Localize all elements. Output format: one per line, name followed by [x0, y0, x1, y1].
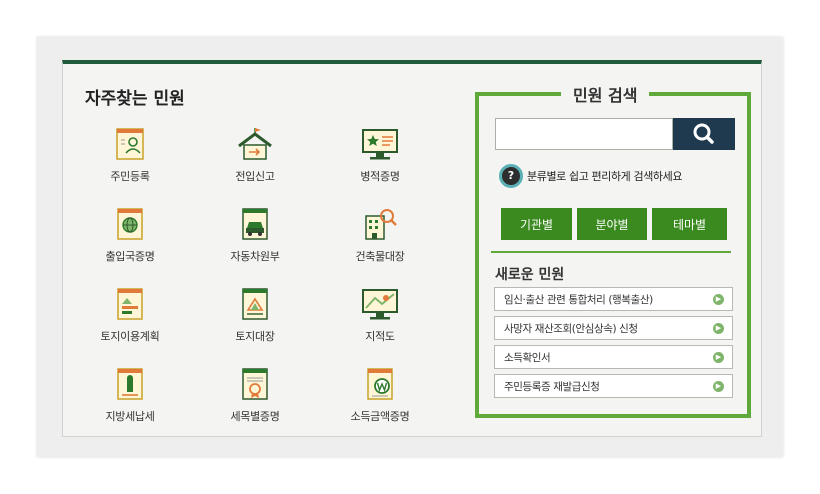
category-button-theme[interactable]: 테마별 [652, 208, 727, 240]
favorite-item-local-tax-payment[interactable]: 지방세납세 [71, 366, 189, 438]
widget-frame: 자주찾는 민원 주민등록 전입신고 병적증명 출입국증명 자동차원부 건축물대장… [37, 37, 783, 457]
globe-document-icon [117, 208, 143, 240]
favorite-item-land-use-plan[interactable]: 토지이용계획 [71, 286, 189, 358]
favorite-item-label: 지적도 [365, 330, 395, 343]
favorite-item-label: 세목별증명 [230, 410, 280, 423]
favorite-item-label: 건축물대장 [355, 250, 405, 263]
category-button-agency[interactable]: 기관별 [501, 208, 572, 240]
arrow-right-icon: ▶ [713, 381, 724, 392]
income-won-icon [367, 368, 393, 400]
new-services-list: 임신·출산 관련 통합처리 (행복출산) ▶ 사망자 재산조회(안심상속) 신청… [494, 287, 733, 403]
favorites-title: 자주찾는 민원 [85, 89, 185, 109]
search-title: 민원 검색 [561, 82, 650, 106]
question-icon: ? [499, 164, 523, 188]
new-service-item[interactable]: 임신·출산 관련 통합처리 (행복출산) ▶ [494, 287, 733, 311]
car-document-icon [242, 208, 268, 240]
favorite-item-label: 전입신고 [235, 170, 275, 183]
search-help-text: 분류별로 쉽고 편리하게 검색하세요 [527, 170, 683, 183]
favorite-item-military-certificate[interactable]: 병적증명 [321, 126, 439, 198]
favorite-item-label: 병적증명 [360, 170, 400, 183]
tax-item-icon [242, 368, 268, 400]
favorite-item-immigration-certificate[interactable]: 출입국증명 [71, 206, 189, 278]
new-service-item[interactable]: 소득확인서 ▶ [494, 345, 733, 369]
civil-search-box: 민원 검색 ? 분류별로 쉽고 편리하게 검색하세요 기관별 분야별 테마별 새… [475, 82, 751, 418]
cadastral-map-icon [362, 289, 398, 320]
new-service-label: 임신·출산 관련 통합처리 (행복출산) [504, 294, 653, 306]
favorite-item-move-in-report[interactable]: 전입신고 [196, 126, 314, 198]
favorite-item-cadastral-map[interactable]: 지적도 [321, 286, 439, 358]
search-input[interactable] [495, 118, 673, 150]
favorite-item-label: 토지이용계획 [100, 330, 160, 343]
favorite-item-label: 토지대장 [235, 330, 275, 343]
new-service-item[interactable]: 사망자 재산조회(안심상속) 신청 ▶ [494, 316, 733, 340]
new-service-label: 주민등록증 재발급신청 [504, 381, 600, 393]
arrow-right-icon: ▶ [713, 323, 724, 334]
favorite-item-building-register[interactable]: 건축물대장 [321, 206, 439, 278]
building-search-icon [365, 209, 397, 240]
favorite-item-label: 자동차원부 [230, 250, 280, 263]
local-tax-icon [117, 368, 143, 400]
favorite-item-land-register[interactable]: 토지대장 [196, 286, 314, 358]
search-button[interactable] [673, 118, 735, 150]
category-button-field[interactable]: 분야별 [577, 208, 647, 240]
favorites-grid: 주민등록 전입신고 병적증명 출입국증명 자동차원부 건축물대장 토지이용계획 … [71, 126, 451, 426]
favorite-item-income-certificate[interactable]: 소득금액증명 [321, 366, 439, 438]
new-service-label: 사망자 재산조회(안심상속) 신청 [504, 323, 638, 335]
search-help-link[interactable]: ? 분류별로 쉽고 편리하게 검색하세요 [499, 164, 682, 188]
favorite-item-tax-item-certificate[interactable]: 세목별증명 [196, 366, 314, 438]
new-services-title: 새로운 민원 [495, 267, 565, 283]
magnifier-icon [693, 123, 714, 144]
military-monitor-icon [362, 129, 398, 160]
new-service-label: 소득확인서 [504, 352, 551, 364]
land-use-icon [117, 288, 143, 320]
arrow-right-icon: ▶ [713, 352, 724, 363]
favorite-item-label: 지방세납세 [105, 410, 155, 423]
land-ledger-icon [242, 288, 268, 320]
favorite-item-label: 소득금액증명 [350, 410, 410, 423]
favorite-item-label: 출입국증명 [105, 250, 155, 263]
new-service-item[interactable]: 주민등록증 재발급신청 ▶ [494, 374, 733, 398]
civil-service-panel: 자주찾는 민원 주민등록 전입신고 병적증명 출입국증명 자동차원부 건축물대장… [62, 60, 762, 437]
favorite-item-resident-registration[interactable]: 주민등록 [71, 126, 189, 198]
favorite-item-label: 주민등록 [110, 170, 150, 183]
favorite-item-vehicle-register[interactable]: 자동차원부 [196, 206, 314, 278]
arrow-right-icon: ▶ [713, 294, 724, 305]
house-moving-icon [238, 128, 272, 160]
resident-card-icon [116, 128, 144, 160]
section-divider [491, 251, 731, 253]
